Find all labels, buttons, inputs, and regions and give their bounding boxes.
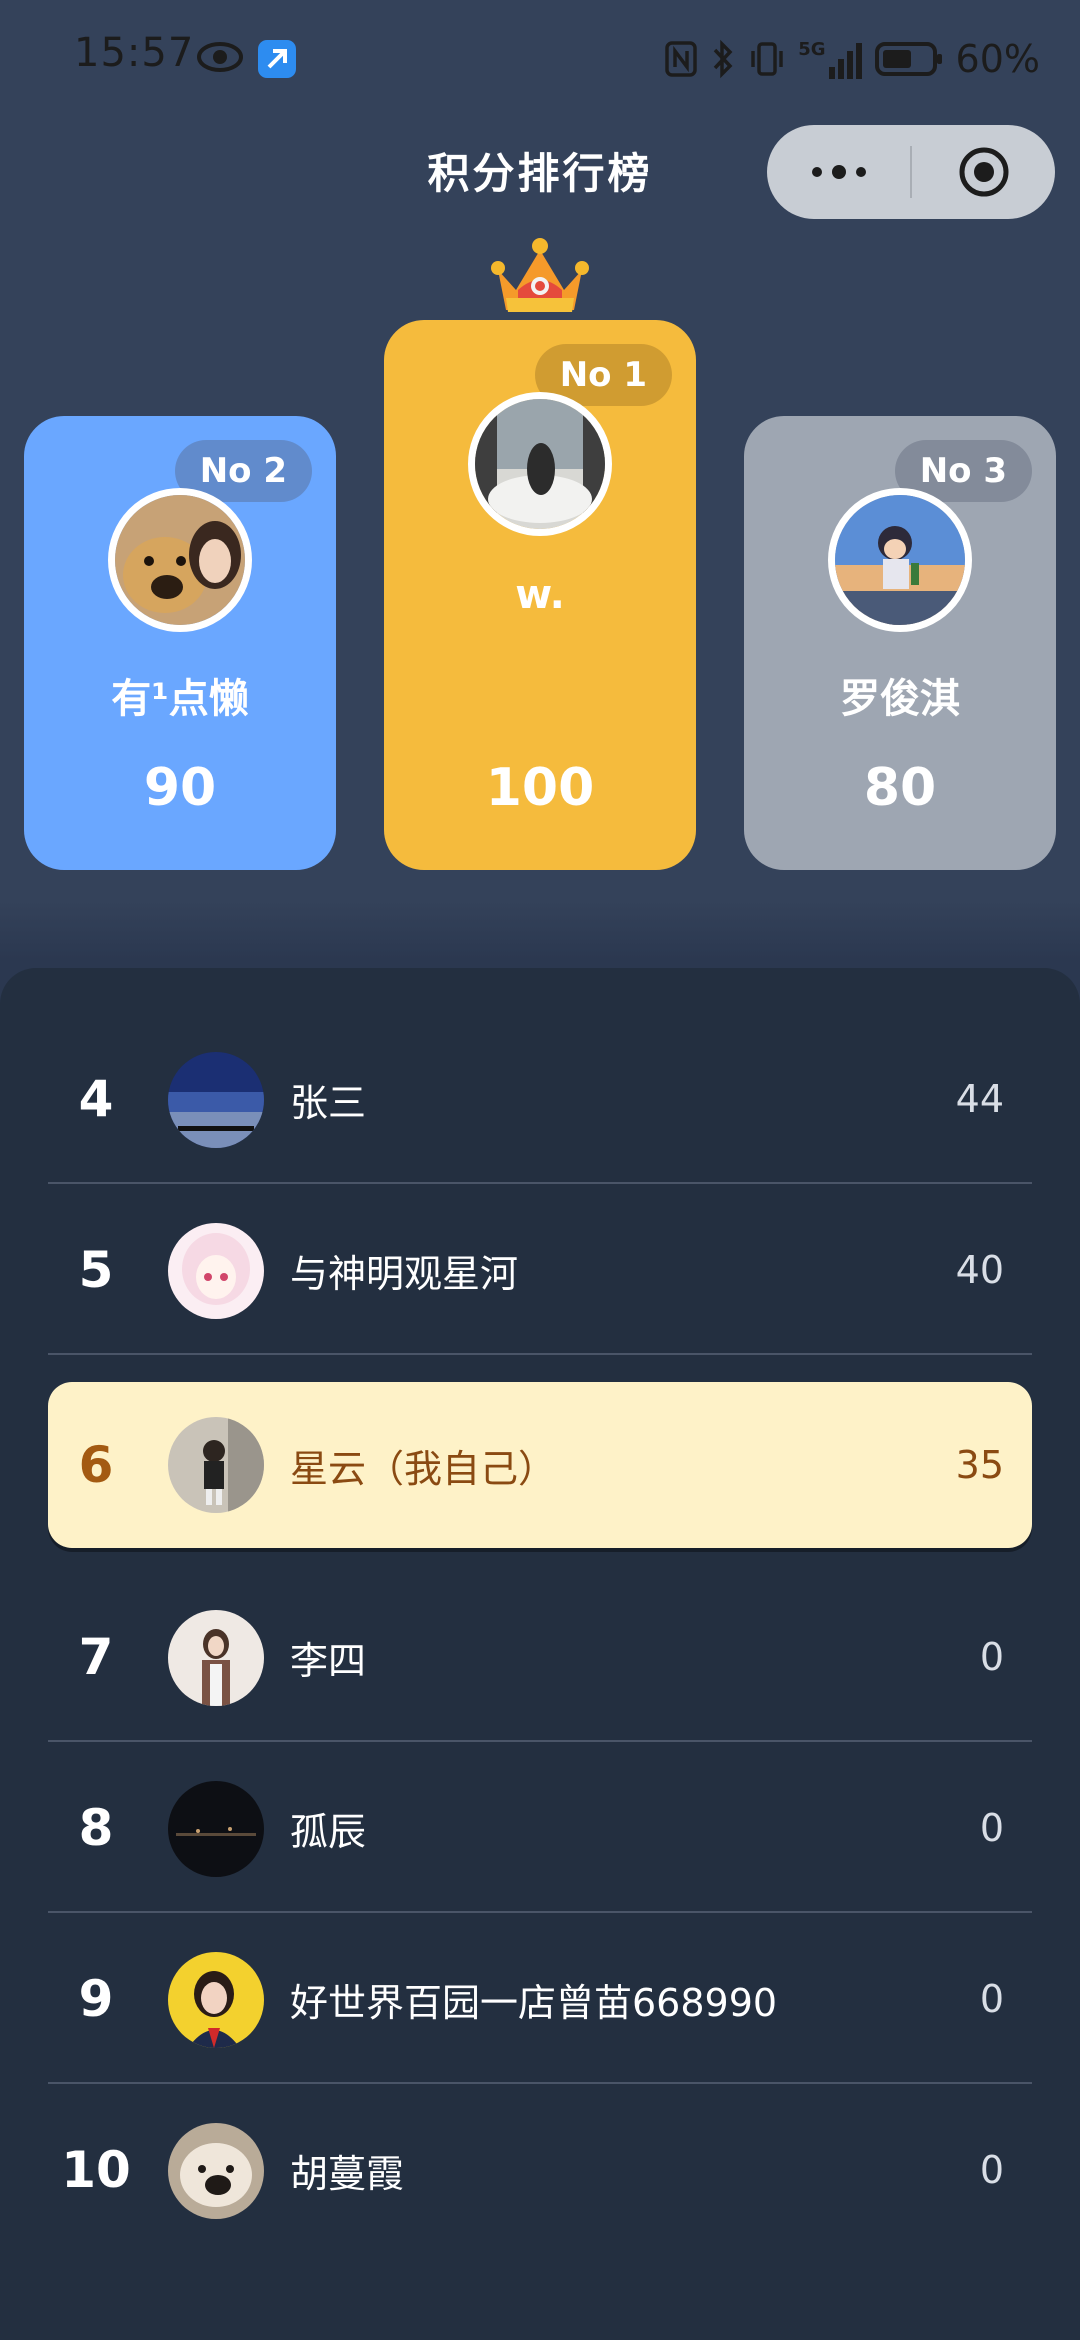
avatar — [828, 488, 972, 632]
row-divider — [48, 2082, 1032, 2084]
player-score: 100 — [485, 758, 595, 818]
podium-card-first[interactable]: No 1 w. 100 — [384, 320, 696, 870]
nfc-icon — [665, 41, 697, 77]
rank-number: 6 — [78, 1436, 114, 1494]
rank-number: 7 — [78, 1628, 114, 1686]
player-score: 0 — [979, 1635, 1004, 1679]
rank-number: 5 — [78, 1241, 114, 1299]
status-time: 15:57 — [74, 30, 195, 76]
leaderboard-page: 15:57 5G 60% 积分排行榜 No 2 有¹点懒 90 No 1 w. … — [0, 0, 1080, 2340]
player-score: 0 — [979, 1806, 1004, 1850]
player-name: w. — [515, 572, 565, 618]
player-score: 80 — [863, 758, 937, 818]
player-name: 与神明观星河 — [290, 1251, 519, 1296]
podium-card-third[interactable]: No 3 罗俊淇 80 — [744, 416, 1056, 870]
row-divider — [48, 1911, 1032, 1913]
avatar — [108, 488, 252, 632]
rank-number: 8 — [78, 1799, 114, 1857]
list-item[interactable]: 10 胡蔓霞 0 — [48, 2085, 1032, 2255]
rank-number: 4 — [78, 1070, 114, 1128]
list-item[interactable]: 5 与神明观星河 40 — [48, 1185, 1032, 1355]
crown-icon — [491, 238, 589, 312]
network-type-label: 5G — [798, 39, 826, 60]
battery-percentage: 60% — [955, 37, 1040, 81]
player-name: 孤辰 — [290, 1809, 367, 1854]
row-divider — [48, 1740, 1032, 1742]
player-score: 40 — [955, 1248, 1004, 1292]
list-item[interactable]: 9 好世界百园一店曾苗668990 0 — [48, 1914, 1032, 2084]
player-score: 0 — [979, 2148, 1004, 2192]
avatar — [168, 1610, 264, 1706]
more-button[interactable] — [767, 125, 910, 219]
podium-card-second[interactable]: No 2 有¹点懒 90 — [24, 416, 336, 870]
player-name: 张三 — [290, 1080, 367, 1125]
eye-icon — [197, 42, 243, 72]
signal-icon: 5G — [798, 39, 862, 79]
player-name: 李四 — [290, 1638, 367, 1683]
player-name: 胡蔓霞 — [290, 2151, 405, 2196]
avatar — [468, 392, 612, 536]
list-item[interactable]: 4 张三 44 — [48, 1014, 1032, 1184]
player-name: 有¹点懒 — [111, 676, 249, 722]
target-close-icon — [959, 147, 1008, 197]
avatar — [168, 1223, 264, 1319]
list-item[interactable]: 7 李四 0 — [48, 1572, 1032, 1742]
rank-number: 9 — [78, 1970, 114, 2028]
row-divider — [48, 1182, 1032, 1184]
more-dots-icon — [811, 165, 866, 179]
avatar — [168, 1781, 264, 1877]
miniprogram-capsule — [767, 125, 1055, 219]
battery-icon — [874, 42, 942, 76]
player-score: 0 — [979, 1977, 1004, 2021]
avatar — [168, 1417, 264, 1513]
avatar — [168, 2123, 264, 2219]
player-score: 35 — [955, 1443, 1004, 1487]
ranking-list: 4 张三 44 5 与神明观星河 40 6 星云（我自己） 35 7 李四 0 … — [0, 968, 1080, 2340]
player-name: 星云（我自己） — [290, 1446, 557, 1491]
list-item[interactable]: 8 孤辰 0 — [48, 1743, 1032, 1913]
row-divider — [48, 1353, 1032, 1355]
close-button[interactable] — [912, 125, 1055, 219]
avatar — [168, 1952, 264, 2048]
player-name: 罗俊淇 — [840, 676, 960, 722]
player-name: 好世界百园一店曾苗668990 — [290, 1980, 778, 2025]
player-score: 44 — [955, 1077, 1004, 1121]
bluetooth-icon — [713, 39, 733, 79]
avatar — [168, 1052, 264, 1148]
status-bar: 15:57 5G 60% — [0, 0, 1080, 120]
list-item-self[interactable]: 6 星云（我自己） 35 — [48, 1382, 1032, 1548]
vibrate-icon — [751, 42, 783, 76]
rank-number: 10 — [61, 2141, 131, 2199]
app-notification-icon — [258, 40, 296, 78]
status-icons: 5G 60% — [664, 34, 1040, 84]
player-score: 90 — [143, 758, 217, 818]
